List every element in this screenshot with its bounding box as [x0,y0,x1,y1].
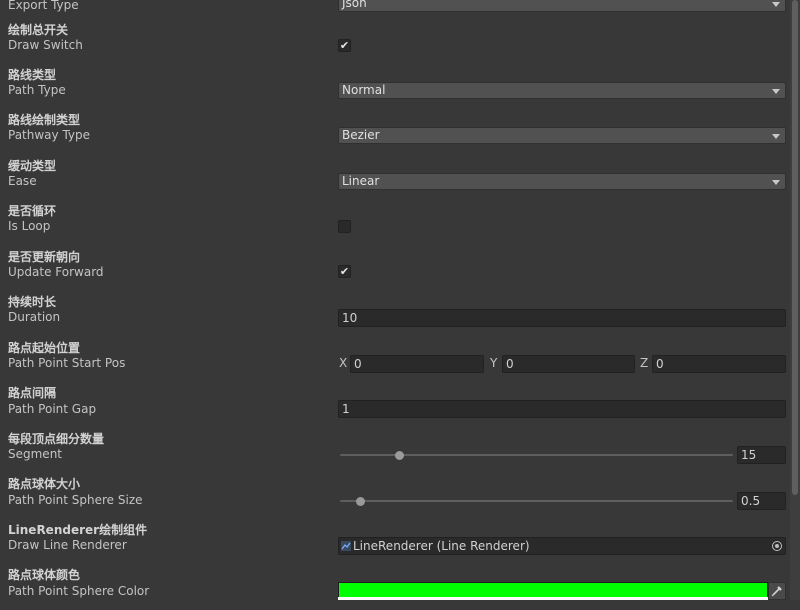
update-forward-cn-label: 是否更新朝向 [8,250,81,264]
pathway-type-label: Pathway Type [8,128,91,142]
draw-switch-row: 绘制总开关 Draw Switch ✔ [0,21,790,65]
z-axis-label: Z [640,356,649,370]
chevron-down-icon [772,2,780,7]
draw-switch-label: Draw Switch [8,38,83,52]
segment-label: Segment [8,447,62,461]
is-loop-row: 是否循环 Is Loop [0,202,790,246]
pathway-type-value: Bezier [342,128,380,142]
update-forward-row: 是否更新朝向 Update Forward ✔ [0,248,790,292]
start-pos-x-input[interactable]: 0 [350,355,484,373]
start-pos-y-input[interactable]: 0 [502,355,635,373]
line-renderer-icon [341,541,351,551]
sphere-size-row: 路点球体大小 Path Point Sphere Size 0.5 [0,475,790,519]
chevron-down-icon [772,180,780,185]
line-renderer-cn-label: LineRenderer绘制组件 [8,523,148,537]
sphere-size-slider-thumb[interactable] [355,497,365,506]
ease-row: 缓动类型 Ease Linear [0,157,790,201]
export-type-label: Export Type [8,0,79,12]
duration-label: Duration [8,310,61,324]
segment-cn-label: 每段顶点细分数量 [8,432,105,446]
draw-switch-cn-label: 绘制总开关 [8,23,69,37]
ease-value: Linear [342,174,380,188]
checkmark-icon: ✔ [339,265,350,278]
line-renderer-object-field[interactable]: LineRenderer (Line Renderer) [338,537,786,555]
is-loop-checkbox[interactable] [338,220,351,233]
gap-cn-label: 路点间隔 [8,386,57,400]
path-type-value: Normal [342,83,386,97]
sphere-size-slider-track[interactable] [340,497,733,506]
gap-row: 路点间隔 Path Point Gap 1 [0,384,790,428]
checkmark-icon: ✔ [339,39,350,52]
duration-input[interactable]: 10 [338,309,786,327]
pathway-type-row: 路线绘制类型 Pathway Type Bezier [0,111,790,155]
start-pos-row: 路点起始位置 Path Point Start Pos X 0 Y 0 Z 0 [0,339,790,383]
ease-cn-label: 缓动类型 [8,159,57,173]
is-loop-cn-label: 是否循环 [8,204,57,218]
start-pos-label: Path Point Start Pos [8,356,126,370]
chevron-down-icon [772,89,780,94]
export-type-dropdown[interactable]: Json [338,0,786,12]
sphere-color-field[interactable] [338,582,768,598]
segment-slider-track[interactable] [340,451,733,460]
is-loop-label: Is Loop [8,219,51,233]
duration-cn-label: 持续时长 [8,295,57,309]
inspector-panel: Export Type Json 绘制总开关 Draw Switch ✔ 路线类… [0,0,790,600]
sphere-size-input[interactable]: 0.5 [737,492,786,510]
sphere-size-cn-label: 路点球体大小 [8,477,81,491]
x-axis-label: X [339,356,348,370]
eyedropper-icon [771,586,782,597]
gap-label: Path Point Gap [8,402,97,416]
segment-slider-thumb[interactable] [394,451,404,460]
chevron-down-icon [772,134,780,139]
update-forward-checkbox[interactable]: ✔ [338,265,351,278]
sphere-color-row: 路点球体颜色 Path Point Sphere Color [0,566,790,610]
path-type-dropdown[interactable]: Normal [338,82,786,99]
ease-label: Ease [8,174,37,188]
sphere-color-cn-label: 路点球体颜色 [8,568,81,582]
scrollbar-thumb[interactable] [792,0,798,495]
scrollbar[interactable] [790,0,800,600]
sphere-size-label: Path Point Sphere Size [8,493,143,507]
segment-row: 每段顶点细分数量 Segment 15 [0,430,790,474]
start-pos-z-input[interactable]: 0 [652,355,786,373]
y-axis-label: Y [490,356,498,370]
duration-row: 持续时长 Duration 10 [0,293,790,337]
sphere-color-label: Path Point Sphere Color [8,584,150,598]
eyedropper-button[interactable] [768,582,786,600]
export-type-value: Json [342,0,367,10]
gap-input[interactable]: 1 [338,400,786,418]
line-renderer-row: LineRenderer绘制组件 Draw Line Renderer Line… [0,521,790,565]
start-pos-cn-label: 路点起始位置 [8,341,81,355]
path-type-row: 路线类型 Path Type Normal [0,66,790,110]
object-picker-icon[interactable] [772,541,782,551]
update-forward-label: Update Forward [8,265,104,279]
line-renderer-label: Draw Line Renderer [8,538,127,552]
ease-dropdown[interactable]: Linear [338,173,786,190]
draw-switch-checkbox[interactable]: ✔ [338,39,351,52]
pathway-type-cn-label: 路线绘制类型 [8,113,81,127]
pathway-type-dropdown[interactable]: Bezier [338,127,786,144]
line-renderer-value: LineRenderer (Line Renderer) [353,539,530,553]
path-type-cn-label: 路线类型 [8,68,57,82]
path-type-label: Path Type [8,83,66,97]
segment-input[interactable]: 15 [737,446,786,464]
